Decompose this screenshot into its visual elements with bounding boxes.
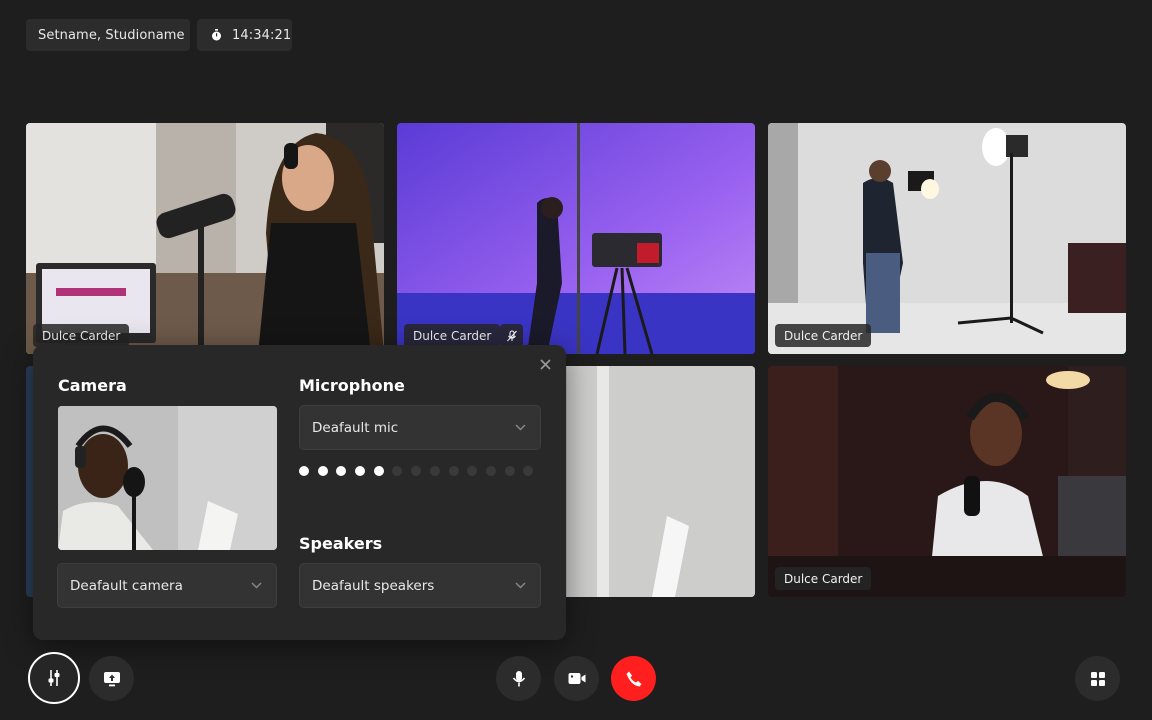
speakers-section-title: Speakers <box>299 534 383 553</box>
device-settings-panel: Camera Deafault camera Microphone Deafau… <box>33 345 566 640</box>
mic-level-dot <box>504 466 515 476</box>
chevron-down-icon <box>251 582 262 589</box>
mic-level-meter <box>299 466 534 476</box>
camera-toggle-button[interactable] <box>554 656 599 701</box>
mic-level-dot <box>411 466 422 476</box>
participant-name: Dulce Carder <box>775 324 872 347</box>
mic-level-dot <box>299 466 309 476</box>
participant-tile[interactable]: Dulce Carder <box>397 123 755 354</box>
mic-off-icon <box>506 329 517 341</box>
participant-name: Dulce Carder <box>33 324 130 347</box>
participant-tile[interactable]: Dulce Carder <box>26 123 384 354</box>
participant-video <box>768 366 1126 597</box>
mic-level-dot <box>355 466 366 476</box>
speakers-select-value: Deafault speakers <box>312 577 435 594</box>
camera-preview-image <box>58 406 277 550</box>
camera-select-value: Deafault camera <box>70 577 183 594</box>
participant-tile[interactable]: Dulce Carder <box>768 123 1126 354</box>
video-icon <box>568 673 585 684</box>
mic-level-dot <box>317 466 328 476</box>
mic-level-dot <box>392 466 403 476</box>
chevron-down-icon <box>515 424 526 431</box>
participant-name: Dulce Carder <box>775 567 872 590</box>
mic-level-dot <box>448 466 459 476</box>
camera-select[interactable]: Deafault camera <box>57 563 277 608</box>
stopwatch-icon <box>212 29 221 41</box>
set-name-badge: Setname, Studioname <box>26 19 190 51</box>
grid-icon <box>1090 671 1105 686</box>
session-timer: 14:34:21 <box>197 19 292 51</box>
participant-name: Dulce Carder <box>404 324 501 347</box>
microphone-select-value: Deafault mic <box>312 419 399 436</box>
sliders-icon <box>48 670 60 686</box>
mic-level-dot <box>373 466 384 476</box>
mic-level-dot <box>336 466 347 476</box>
microphone-select[interactable]: Deafault mic <box>299 405 541 450</box>
set-name-text: Setname, Studioname <box>38 27 185 43</box>
participant-video <box>26 123 384 354</box>
camera-preview <box>58 406 277 550</box>
mic-level-dot <box>485 466 496 476</box>
mic-icon <box>512 670 525 686</box>
phone-hangup-icon <box>626 671 641 686</box>
device-settings-button[interactable] <box>28 652 80 704</box>
mic-level-dot <box>467 466 478 476</box>
timer-text: 14:34:21 <box>232 27 292 43</box>
mic-muted-badge <box>500 324 523 347</box>
end-call-button[interactable] <box>611 656 656 701</box>
share-screen-button[interactable] <box>89 656 134 701</box>
microphone-toggle-button[interactable] <box>496 656 541 701</box>
participant-tile[interactable]: Dulce Carder <box>768 366 1126 597</box>
chevron-down-icon <box>515 582 526 589</box>
close-icon <box>539 358 551 370</box>
participant-video <box>768 123 1126 354</box>
close-panel-button[interactable] <box>538 357 552 371</box>
microphone-section-title: Microphone <box>299 376 405 395</box>
camera-section-title: Camera <box>58 376 127 395</box>
mic-level-dot <box>523 466 534 476</box>
mic-level-dot <box>429 466 440 476</box>
speakers-select[interactable]: Deafault speakers <box>299 563 541 608</box>
screen-share-icon <box>103 671 120 686</box>
layout-grid-button[interactable] <box>1075 656 1120 701</box>
participant-video <box>397 123 755 354</box>
